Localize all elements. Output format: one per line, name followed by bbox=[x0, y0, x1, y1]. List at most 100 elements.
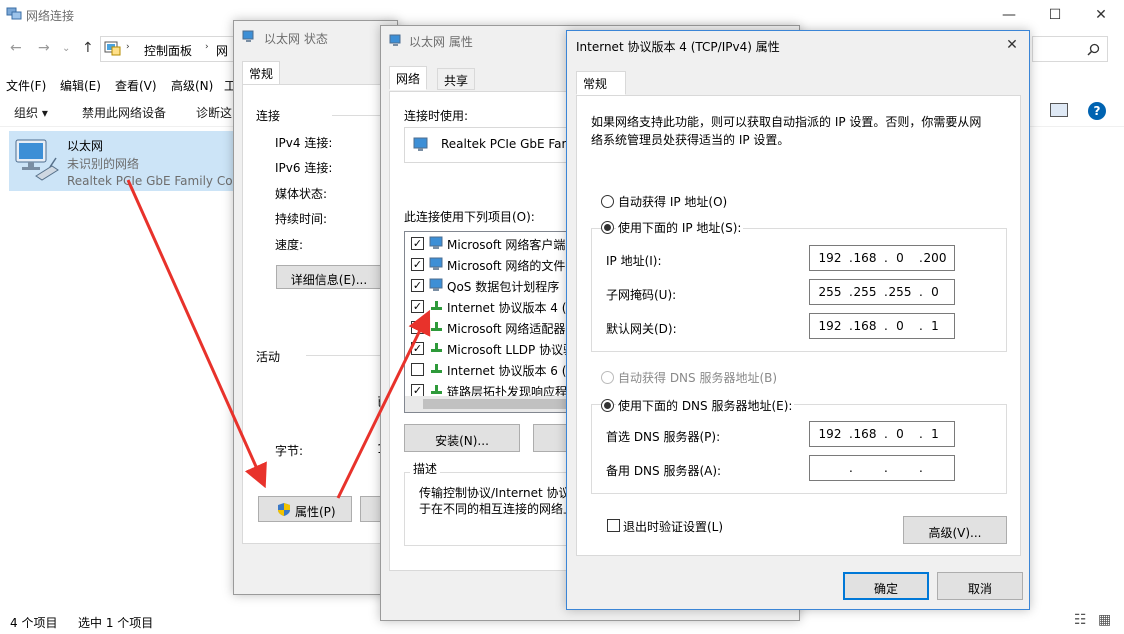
activity-group-label: 活动 bbox=[256, 350, 281, 364]
manual-ip-label[interactable]: 使用下面的 IP 地址(S): bbox=[616, 219, 744, 236]
large-icons-view-icon[interactable]: ▦ bbox=[1098, 612, 1111, 628]
tab-networking[interactable]: 网络 bbox=[389, 66, 428, 90]
up-arrow-icon[interactable]: ↑ bbox=[82, 40, 94, 56]
properties-button[interactable]: 属性(P) bbox=[258, 496, 352, 522]
menu-edit[interactable]: 编辑(E) bbox=[60, 77, 101, 94]
gateway-octet-4: 1 bbox=[931, 319, 939, 333]
mask-octet-1: 255 bbox=[818, 285, 842, 299]
item-checkbox[interactable] bbox=[411, 363, 424, 376]
item-label: Microsoft 网络客户端 bbox=[447, 238, 566, 252]
list-item[interactable]: ✓ QoS 数据包计划程序 bbox=[405, 275, 583, 296]
organize-button[interactable]: 组织 ▾ bbox=[14, 104, 48, 121]
scrollbar-thumb[interactable] bbox=[423, 399, 583, 409]
minimize-button[interactable]: — bbox=[986, 0, 1032, 30]
list-item[interactable]: ✓ Microsoft 网络客户端 bbox=[405, 233, 583, 254]
item-checkbox[interactable] bbox=[411, 321, 424, 334]
install-button[interactable]: 安装(N)... bbox=[404, 424, 520, 452]
adapter-name: Realtek PCIe GbE Fam bbox=[441, 137, 574, 151]
qos-icon bbox=[429, 278, 444, 292]
list-item[interactable]: ✓ Internet 协议版本 4 (T bbox=[405, 296, 583, 317]
description-line-2: 于在不同的相互连接的网络上 bbox=[419, 502, 576, 516]
menu-view[interactable]: 查看(V) bbox=[115, 77, 157, 94]
preview-pane-icon[interactable] bbox=[1050, 103, 1068, 117]
details-view-icon[interactable]: ☷ bbox=[1074, 612, 1087, 628]
maximize-button[interactable]: ☐ bbox=[1032, 0, 1078, 30]
breadcrumb-network[interactable]: 网 bbox=[216, 42, 228, 59]
item-checkbox[interactable]: ✓ bbox=[411, 300, 424, 313]
tab-general[interactable]: 常规 bbox=[242, 61, 281, 85]
description-group-label: 描述 bbox=[410, 460, 441, 477]
list-item[interactable]: Microsoft 网络适配器 bbox=[405, 317, 583, 338]
default-gateway-field[interactable]: 192 . 168 . 0 . 1 bbox=[809, 313, 955, 339]
alternate-dns-field[interactable]: . . . bbox=[809, 455, 955, 481]
tab-general[interactable]: 常规 bbox=[576, 71, 626, 95]
ip-octet-1: 192 bbox=[818, 251, 842, 265]
ip-octet-3: 0 bbox=[896, 251, 904, 265]
close-icon: ✕ bbox=[1095, 7, 1107, 23]
mask-octet-4: 0 bbox=[931, 285, 939, 299]
auto-dns-label[interactable]: 自动获得 DNS 服务器地址(B) bbox=[618, 369, 777, 386]
tab-networking-label: 网络 bbox=[396, 72, 421, 86]
menu-file[interactable]: 文件(F) bbox=[6, 77, 46, 94]
status-pane bbox=[242, 84, 397, 544]
adapter-device: Realtek PCIe GbE Family Con bbox=[67, 174, 241, 188]
diagnose-button[interactable]: 诊断这 bbox=[196, 104, 232, 121]
item-checkbox[interactable]: ✓ bbox=[411, 279, 424, 292]
close-icon: ✕ bbox=[1006, 37, 1018, 53]
gateway-octet-3: 0 bbox=[896, 319, 904, 333]
subnet-mask-label: 子网掩码(U): bbox=[606, 288, 677, 302]
advanced-button[interactable]: 高级(V)... bbox=[903, 516, 1007, 544]
file-sharing-icon bbox=[429, 257, 444, 271]
item-checkbox[interactable]: ✓ bbox=[411, 237, 424, 250]
details-button[interactable]: 详细信息(E)... bbox=[276, 265, 382, 289]
forward-arrow-icon[interactable]: → bbox=[38, 40, 50, 56]
breadcrumb-control-panel[interactable]: 控制面板 bbox=[144, 42, 192, 59]
menu-advanced[interactable]: 高级(N) bbox=[171, 77, 213, 94]
auto-ip-radio[interactable] bbox=[601, 195, 614, 208]
ip-address-field[interactable]: 192 . 168 . 0 . 200 bbox=[809, 245, 955, 271]
ip-dot: . bbox=[919, 461, 923, 475]
tab-sharing-label: 共享 bbox=[444, 74, 469, 88]
list-item[interactable]: ✓ Microsoft LLDP 协议驱 bbox=[405, 338, 583, 359]
network-folder-icon bbox=[6, 7, 22, 20]
nic-icon bbox=[413, 137, 428, 151]
protocol-icon bbox=[429, 383, 444, 397]
help-icon[interactable]: ? bbox=[1088, 102, 1106, 120]
auto-dns-radio[interactable] bbox=[601, 371, 614, 384]
subnet-mask-field[interactable]: 255 . 255 . 255 . 0 bbox=[809, 279, 955, 305]
list-item[interactable]: ✓ Microsoft 网络的文件 bbox=[405, 254, 583, 275]
manual-dns-label[interactable]: 使用下面的 DNS 服务器地址(E): bbox=[616, 397, 795, 414]
manual-ip-radio[interactable] bbox=[601, 221, 614, 234]
recent-locations-icon[interactable]: ⌄ bbox=[62, 43, 70, 54]
preferred-dns-field[interactable]: 192 . 168 . 0 . 1 bbox=[809, 421, 955, 447]
intro-line-2: 络系统管理员处获得适当的 IP 设置。 bbox=[591, 133, 790, 147]
auto-ip-label[interactable]: 自动获得 IP 地址(O) bbox=[618, 193, 727, 210]
ip-dot: . bbox=[849, 461, 853, 475]
components-list[interactable]: ✓ Microsoft 网络客户端 ✓ Microsoft 网络的文件 ✓ QoS 数据包… bbox=[404, 231, 584, 413]
ipv6-connectivity-label: IPv6 连接: bbox=[275, 161, 333, 175]
ip-address-label: IP 地址(I): bbox=[606, 254, 662, 268]
tab-sharing[interactable]: 共享 bbox=[437, 68, 476, 90]
validate-label[interactable]: 退出时验证设置(L) bbox=[623, 518, 723, 535]
cancel-button[interactable]: 取消 bbox=[937, 572, 1023, 600]
protocol-icon bbox=[429, 341, 444, 355]
tab-general-label: 常规 bbox=[249, 67, 274, 81]
ipv4-connectivity-label: IPv4 连接: bbox=[275, 136, 333, 150]
item-checkbox[interactable]: ✓ bbox=[411, 342, 424, 355]
ethernet-status-dialog: 以太网 状态 常规 连接 IPv4 连接: IPv6 连接: 媒体状态: 持续时… bbox=[233, 20, 398, 595]
breadcrumb-separator-icon: › bbox=[205, 42, 209, 52]
pdns-octet-2: 168 bbox=[853, 427, 877, 441]
manual-dns-radio[interactable] bbox=[601, 399, 614, 412]
back-arrow-icon[interactable]: ← bbox=[10, 40, 22, 56]
ok-button[interactable]: 确定 bbox=[843, 572, 929, 600]
item-label: Microsoft LLDP 协议驱 bbox=[447, 343, 576, 357]
disable-device-button[interactable]: 禁用此网络设备 bbox=[82, 104, 166, 121]
connection-group-label: 连接 bbox=[256, 109, 281, 123]
adapter-status: 未识别的网络 bbox=[67, 157, 140, 171]
ipv4-close-button[interactable]: ✕ bbox=[995, 31, 1029, 59]
validate-checkbox[interactable] bbox=[607, 519, 620, 532]
close-button[interactable]: ✕ bbox=[1078, 0, 1124, 30]
status-dialog-title: 以太网 状态 bbox=[264, 32, 328, 46]
item-checkbox[interactable]: ✓ bbox=[411, 258, 424, 271]
list-item[interactable]: Internet 协议版本 6 (T bbox=[405, 359, 583, 380]
